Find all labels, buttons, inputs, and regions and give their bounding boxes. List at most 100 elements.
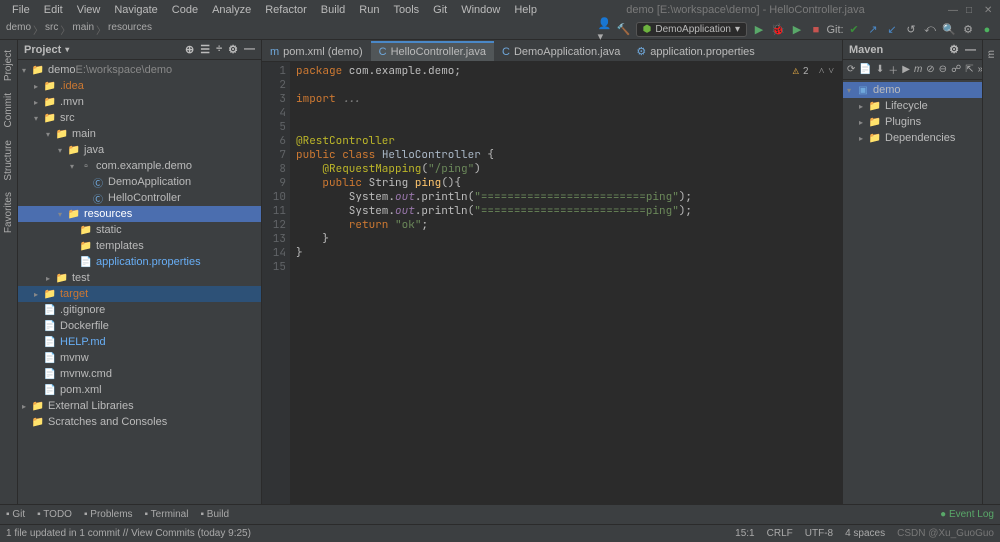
git-update-icon[interactable]: ↙ — [885, 23, 899, 37]
tool-strip-commit[interactable]: Commit — [3, 87, 14, 133]
maven-node[interactable]: ▸📁Lifecycle — [843, 98, 982, 114]
tool-strip-favorites[interactable]: Favorites — [3, 186, 14, 239]
expand-all-icon[interactable]: ☰ — [200, 43, 210, 56]
settings-icon[interactable]: ⚙ — [961, 23, 975, 37]
breadcrumb[interactable]: demo〉src〉main〉resources — [6, 22, 152, 37]
menu-git[interactable]: Git — [427, 4, 453, 16]
tree-node[interactable]: 📄pom.xml — [18, 382, 261, 398]
tree-node[interactable]: 📄HELP.md — [18, 334, 261, 350]
menu-build[interactable]: Build — [315, 4, 351, 16]
run-button[interactable]: ▶ — [752, 23, 766, 37]
search-icon[interactable]: 🔍 — [942, 23, 956, 37]
code-editor[interactable]: 123456789101112131415 package com.exampl… — [262, 62, 842, 504]
maximize-icon[interactable]: □ — [966, 5, 976, 15]
project-tree[interactable]: ▾📁demo E:\workspace\demo▸📁.idea▸📁.mvn▾📁s… — [18, 60, 261, 504]
tree-node[interactable]: 📄mvnw — [18, 350, 261, 366]
run-maven-icon[interactable]: ▶ — [902, 64, 910, 75]
menu-help[interactable]: Help — [508, 4, 543, 16]
indent[interactable]: 4 spaces — [845, 528, 885, 539]
encoding[interactable]: UTF-8 — [805, 528, 833, 539]
maven-node[interactable]: ▸📁Dependencies — [843, 130, 982, 146]
menu-analyze[interactable]: Analyze — [206, 4, 257, 16]
tree-node[interactable]: 📄mvnw.cmd — [18, 366, 261, 382]
tool-strip-structure[interactable]: Structure — [3, 134, 14, 187]
tree-node[interactable]: ▸📁.idea — [18, 78, 261, 94]
line-ending[interactable]: CRLF — [767, 528, 793, 539]
tool-todo[interactable]: ▪ TODO — [37, 509, 72, 520]
menu-view[interactable]: View — [71, 4, 107, 16]
code-area[interactable]: package com.example.demo; import ... @Re… — [290, 62, 842, 504]
expand-arrow-icon[interactable]: ▸ — [34, 290, 44, 299]
maven-tree[interactable]: ▾▣demo▸📁Lifecycle▸📁Plugins▸📁Dependencies — [843, 80, 982, 504]
tool-terminal[interactable]: ▪ Terminal — [145, 509, 189, 520]
user-icon[interactable]: 👤▾ — [598, 23, 612, 37]
breadcrumb-item[interactable]: main — [72, 22, 94, 37]
menu-navigate[interactable]: Navigate — [108, 4, 163, 16]
breadcrumb-item[interactable]: src — [45, 22, 58, 37]
chevron-down-icon[interactable]: ▾ — [65, 45, 69, 54]
editor-tab[interactable]: ⚙application.properties — [628, 41, 762, 61]
select-opened-file-icon[interactable]: ⊕ — [185, 43, 194, 56]
tree-node[interactable]: ▾📁main — [18, 126, 261, 142]
expand-arrow-icon[interactable]: ▾ — [58, 210, 68, 219]
expand-arrow-icon[interactable]: ▾ — [46, 130, 56, 139]
tree-node[interactable]: ▾📁resources — [18, 206, 261, 222]
tree-node[interactable]: 📄.gitignore — [18, 302, 261, 318]
tree-node[interactable]: ▾▫com.example.demo — [18, 158, 261, 174]
tree-node[interactable]: ▸📁External Libraries — [18, 398, 261, 414]
tool-build[interactable]: ▪ Build — [200, 509, 229, 520]
collapse-icon[interactable]: ⇱ — [965, 64, 973, 75]
git-push-icon[interactable]: ↗ — [866, 23, 880, 37]
generate-sources-icon[interactable]: 📄 — [859, 64, 871, 75]
tool-problems[interactable]: ▪ Problems — [84, 509, 133, 520]
maven-node[interactable]: ▸📁Plugins — [843, 114, 982, 130]
toggle-skip-tests-icon[interactable]: ⊖ — [939, 64, 947, 75]
menu-code[interactable]: Code — [166, 4, 204, 16]
toggle-offline-icon[interactable]: ⊘ — [926, 64, 934, 75]
menu-file[interactable]: File — [6, 4, 36, 16]
coverage-button[interactable]: ▶ — [790, 23, 804, 37]
gear-icon[interactable]: ⚙ — [949, 43, 959, 56]
rollback-icon[interactable]: ⤺ — [923, 23, 937, 37]
stop-button[interactable]: ■ — [809, 23, 823, 37]
minimize-icon[interactable]: — — [948, 5, 958, 15]
tree-node[interactable]: 📁Scratches and Consoles — [18, 414, 261, 430]
history-icon[interactable]: ↺ — [904, 23, 918, 37]
cursor-pos[interactable]: 15:1 — [735, 528, 754, 539]
tree-node[interactable]: ▸📁.mvn — [18, 94, 261, 110]
add-icon[interactable]: ＋ — [888, 62, 898, 77]
tree-node[interactable]: 📁templates — [18, 238, 261, 254]
hammer-icon[interactable]: 🔨 — [617, 23, 631, 37]
hide-icon[interactable]: — — [965, 44, 976, 56]
chevron-down-icon[interactable]: ˅ — [828, 64, 834, 77]
hide-icon[interactable]: — — [244, 43, 255, 56]
tree-node[interactable]: 📄application.properties — [18, 254, 261, 270]
editor-tab[interactable]: mpom.xml (demo) — [262, 41, 371, 61]
tree-node[interactable]: ▾📁java — [18, 142, 261, 158]
run-config-selector[interactable]: ⬢ DemoApplication ▾ — [636, 22, 747, 37]
execute-goal-icon[interactable]: m — [914, 64, 922, 75]
tree-node[interactable]: ⒸDemoApplication — [18, 174, 261, 190]
expand-arrow-icon[interactable]: ▸ — [34, 98, 44, 107]
maven-root[interactable]: ▾▣demo — [843, 82, 982, 98]
tree-node[interactable]: 📄Dockerfile — [18, 318, 261, 334]
tree-node[interactable]: ▾📁src — [18, 110, 261, 126]
project-view-label[interactable]: Project — [24, 44, 61, 56]
event-log-button[interactable]: ● Event Log — [940, 509, 994, 520]
menu-refactor[interactable]: Refactor — [259, 4, 313, 16]
tool-strip-maven[interactable]: m — [986, 44, 997, 64]
expand-arrow-icon[interactable]: ▾ — [34, 114, 44, 123]
git-commit-icon[interactable]: ✔ — [847, 23, 861, 37]
tree-node[interactable]: ▸📁target — [18, 286, 261, 302]
menu-edit[interactable]: Edit — [38, 4, 69, 16]
tree-node[interactable]: 📁static — [18, 222, 261, 238]
breadcrumb-item[interactable]: resources — [108, 22, 152, 37]
expand-arrow-icon[interactable]: ▾ — [22, 66, 32, 75]
gear-icon[interactable]: ⚙ — [228, 43, 238, 56]
close-icon[interactable]: ✕ — [984, 5, 994, 15]
expand-arrow-icon[interactable]: ▸ — [34, 82, 44, 91]
expand-arrow-icon[interactable]: ▸ — [22, 402, 32, 411]
inspection-indicators[interactable]: ⚠ 2 ˄ ˅ — [793, 64, 834, 77]
chevron-up-icon[interactable]: ˄ — [819, 64, 825, 77]
menu-window[interactable]: Window — [455, 4, 506, 16]
